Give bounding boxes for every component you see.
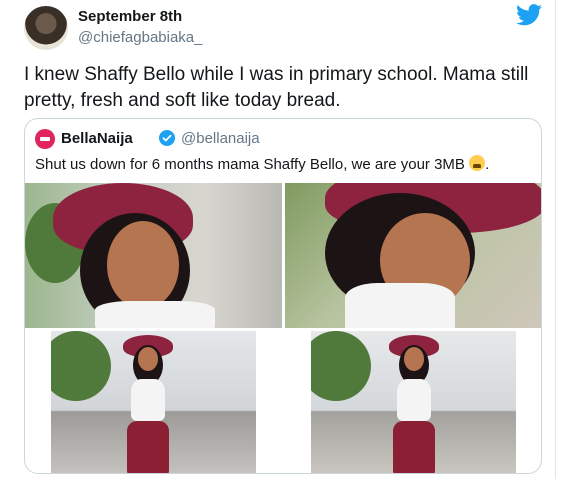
user-handle[interactable]: @chiefagbabiaka_ bbox=[78, 29, 202, 46]
quoted-author-handle[interactable]: @bellanaija bbox=[181, 130, 260, 147]
photo-2[interactable] bbox=[285, 183, 541, 328]
quoted-text-body: Shut us down for 6 months mama Shaffy Be… bbox=[35, 156, 465, 173]
photo-1-face bbox=[107, 221, 179, 309]
verified-badge-icon bbox=[159, 130, 175, 146]
photo-3-pants bbox=[127, 421, 169, 473]
photo-2-top bbox=[345, 283, 455, 328]
tweet-text: I knew Shaffy Bello while I was in prima… bbox=[24, 64, 529, 111]
bellanaija-logo[interactable] bbox=[35, 129, 55, 149]
avatar[interactable] bbox=[24, 6, 68, 50]
photo-4-pants bbox=[393, 421, 435, 473]
quoted-text-suffix: . bbox=[485, 156, 490, 173]
tweet-card[interactable]: September 8th @chiefagbabiaka_ I knew Sh… bbox=[0, 0, 556, 479]
photo-3-trees bbox=[51, 331, 111, 401]
photo-3-face bbox=[138, 347, 158, 371]
photo-4-face bbox=[404, 347, 424, 371]
twitter-bird-icon[interactable] bbox=[516, 4, 542, 26]
photo-4[interactable] bbox=[311, 331, 516, 473]
photo-4-top bbox=[397, 379, 431, 421]
quoted-author-name[interactable]: BellaNaija bbox=[61, 130, 133, 147]
photo-4-trees bbox=[311, 331, 371, 401]
quoted-tweet[interactable]: BellaNaija @bellanaija Shut us down for … bbox=[24, 118, 542, 474]
photo-1-top bbox=[95, 301, 215, 328]
photo-3[interactable] bbox=[51, 331, 256, 473]
tweet-date-label[interactable]: September 8th bbox=[78, 8, 182, 25]
quoted-text: Shut us down for 6 months mama Shaffy Be… bbox=[35, 155, 489, 173]
weary-face-emoji bbox=[469, 155, 486, 171]
photo-3-top bbox=[131, 379, 165, 421]
photo-1[interactable] bbox=[25, 183, 282, 328]
